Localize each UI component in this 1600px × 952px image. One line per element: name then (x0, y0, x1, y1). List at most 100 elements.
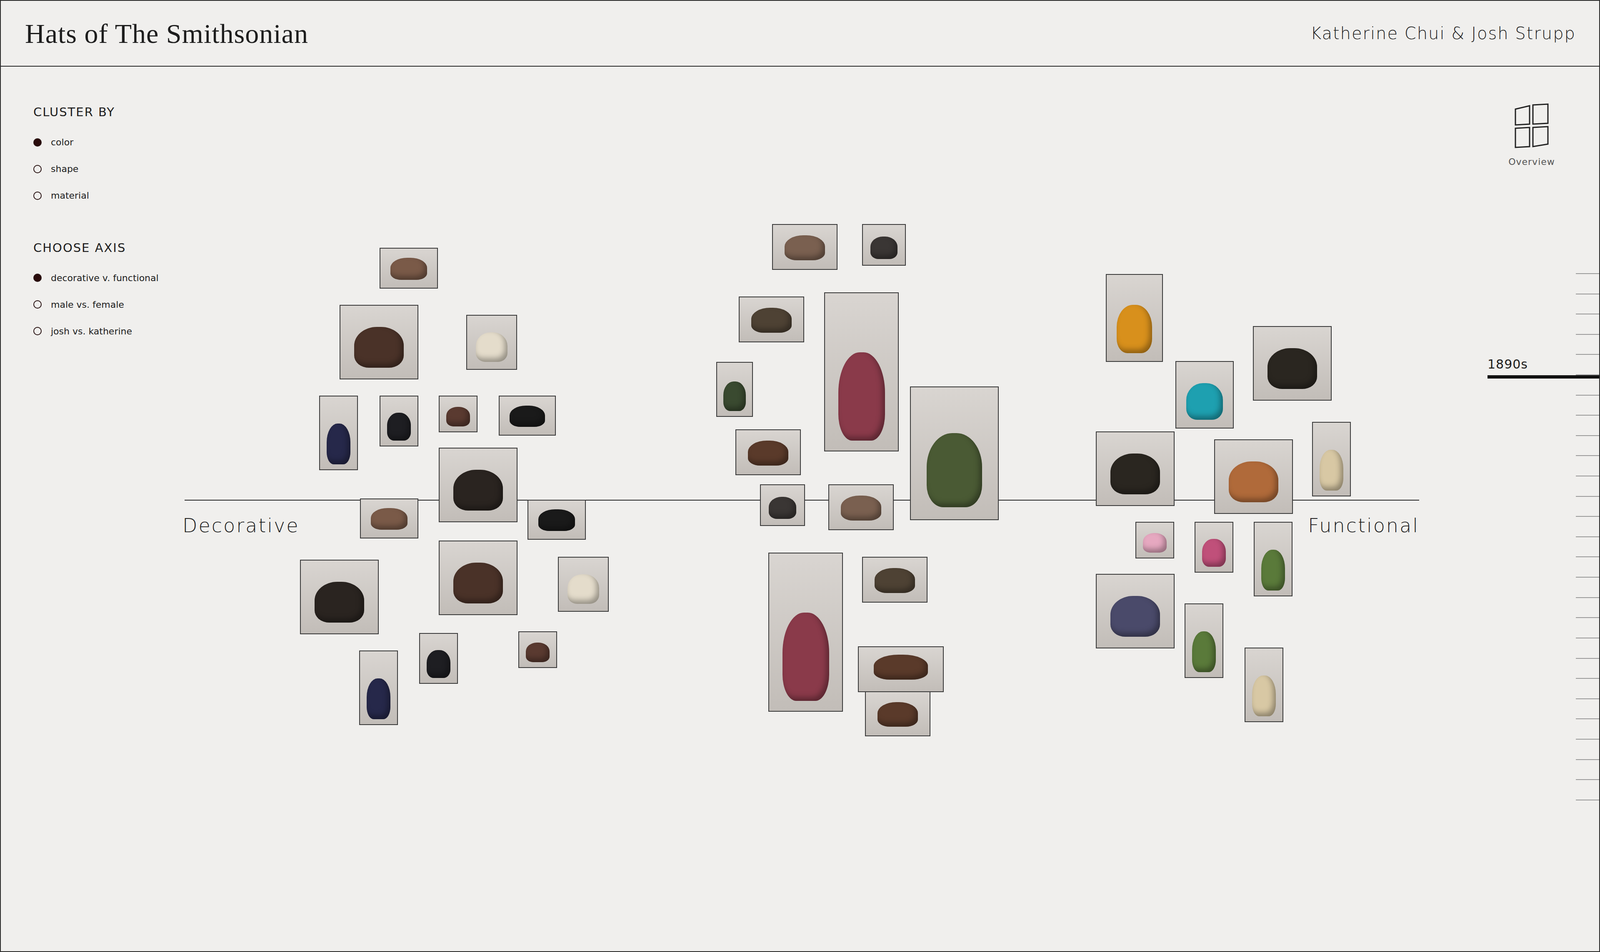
hat-photo[interactable] (438, 447, 518, 523)
timeline-tick (1575, 739, 1600, 740)
hat-photo[interactable] (772, 224, 838, 270)
radio-option[interactable]: decorative v. functional (33, 267, 251, 288)
hat-photo[interactable] (1175, 361, 1234, 429)
timeline-tick (1575, 395, 1600, 396)
radio-label[interactable]: shape (50, 162, 79, 176)
timeline-tick (1575, 475, 1600, 477)
timeline-tick (1575, 293, 1600, 295)
hat-photo[interactable] (300, 560, 379, 635)
hat-photo[interactable] (498, 395, 556, 436)
radio-label[interactable]: decorative v. functional (50, 271, 159, 285)
hat-shape (1142, 533, 1167, 553)
hat-photo[interactable] (1105, 274, 1163, 363)
timeline-tick (1575, 415, 1600, 416)
radio-label[interactable]: material (50, 188, 90, 203)
timeline-tick (1575, 658, 1600, 660)
hat-shape (326, 423, 351, 465)
hat-photo[interactable] (1312, 422, 1351, 497)
hat-shape (567, 574, 600, 605)
hat-photo[interactable] (419, 633, 458, 685)
radio-label[interactable]: josh vs. katherine (50, 324, 133, 339)
hat-photo[interactable] (910, 386, 999, 521)
radio-option[interactable]: color (33, 132, 251, 153)
hat-photo[interactable] (1095, 431, 1175, 507)
hat-photo[interactable] (1095, 574, 1175, 649)
radio-button[interactable] (33, 191, 42, 200)
hat-photo[interactable] (1253, 522, 1293, 597)
hat-photo[interactable] (1135, 522, 1175, 559)
timeline-tick (1575, 800, 1600, 801)
hat-photo[interactable] (319, 395, 358, 471)
timeline-marker[interactable] (1487, 375, 1600, 379)
radio-option[interactable]: shape (33, 159, 251, 180)
hat-shape (509, 405, 545, 428)
hat-shape (1116, 305, 1153, 354)
timeline-tick (1575, 718, 1600, 720)
hat-shape (768, 497, 797, 520)
hat-photo[interactable] (862, 224, 906, 266)
hat-photo[interactable] (738, 296, 805, 343)
overview-button[interactable]: Overview (1502, 103, 1561, 169)
hat-photo[interactable] (339, 305, 419, 380)
timeline-tick (1575, 334, 1600, 335)
cluster-by-group-heading: CLUSTER BY (33, 103, 251, 122)
hat-photo[interactable] (379, 395, 419, 447)
hat-shape (475, 332, 508, 363)
hat-shape (838, 352, 885, 441)
radio-button[interactable] (33, 300, 42, 309)
hat-photo[interactable] (828, 484, 894, 531)
timeline-tick (1575, 435, 1600, 437)
hat-photo[interactable] (527, 500, 586, 540)
hat-photo[interactable] (1252, 326, 1332, 401)
radio-option[interactable]: material (33, 185, 251, 206)
hat-photo[interactable] (359, 650, 398, 726)
radio-option[interactable]: josh vs. katherine (33, 321, 251, 342)
hat-photo[interactable] (438, 540, 518, 616)
hat-shape (370, 508, 408, 530)
hat-shape (1252, 675, 1276, 717)
radio-option[interactable]: male vs. female (33, 294, 251, 315)
hat-photo[interactable] (557, 557, 609, 613)
hat-photo[interactable] (768, 552, 843, 713)
radio-button[interactable] (33, 138, 42, 147)
hat-photo[interactable] (1184, 603, 1224, 679)
timeline-tick (1575, 698, 1600, 700)
hat-photo[interactable] (1194, 522, 1234, 573)
radio-label[interactable]: male vs. female (50, 297, 125, 312)
radio-button[interactable] (33, 273, 42, 283)
timeline-label: 1890s (1487, 355, 1528, 374)
timeline-tick (1575, 617, 1600, 619)
hat-photo[interactable] (1244, 647, 1284, 723)
hat-photo[interactable] (379, 247, 438, 289)
hat-photo[interactable] (760, 484, 805, 527)
hat-photo[interactable] (862, 557, 928, 603)
hat-shape (387, 412, 411, 441)
hat-shape (747, 440, 789, 466)
hat-shape (1192, 631, 1216, 673)
timeline-tick (1575, 779, 1600, 781)
timeline-tick (1575, 759, 1600, 761)
timeline-tick (1575, 678, 1600, 680)
hat-photo[interactable] (824, 292, 899, 452)
hat-photo[interactable] (865, 691, 931, 737)
radio-button[interactable] (33, 165, 42, 174)
hat-photo[interactable] (518, 631, 558, 669)
timeline[interactable]: 1890s (1486, 66, 1600, 952)
hat-photo[interactable] (716, 362, 753, 418)
grid-icon[interactable] (1513, 103, 1550, 150)
timeline-tick (1575, 536, 1600, 538)
hat-photo[interactable] (466, 315, 518, 370)
radio-label[interactable]: color (50, 135, 74, 150)
overview-label[interactable]: Overview (1508, 155, 1555, 169)
hat-shape (1267, 348, 1317, 390)
hat-shape (1202, 539, 1226, 567)
hat-photo[interactable] (1214, 439, 1293, 515)
hat-photo[interactable] (438, 395, 478, 433)
hat-photo[interactable] (857, 646, 944, 693)
hat-photo[interactable] (360, 498, 419, 539)
hat-shape (390, 257, 427, 280)
radio-button[interactable] (33, 327, 42, 336)
timeline-tick (1575, 273, 1600, 275)
hat-photo[interactable] (735, 429, 801, 476)
hat-shape (840, 495, 882, 521)
